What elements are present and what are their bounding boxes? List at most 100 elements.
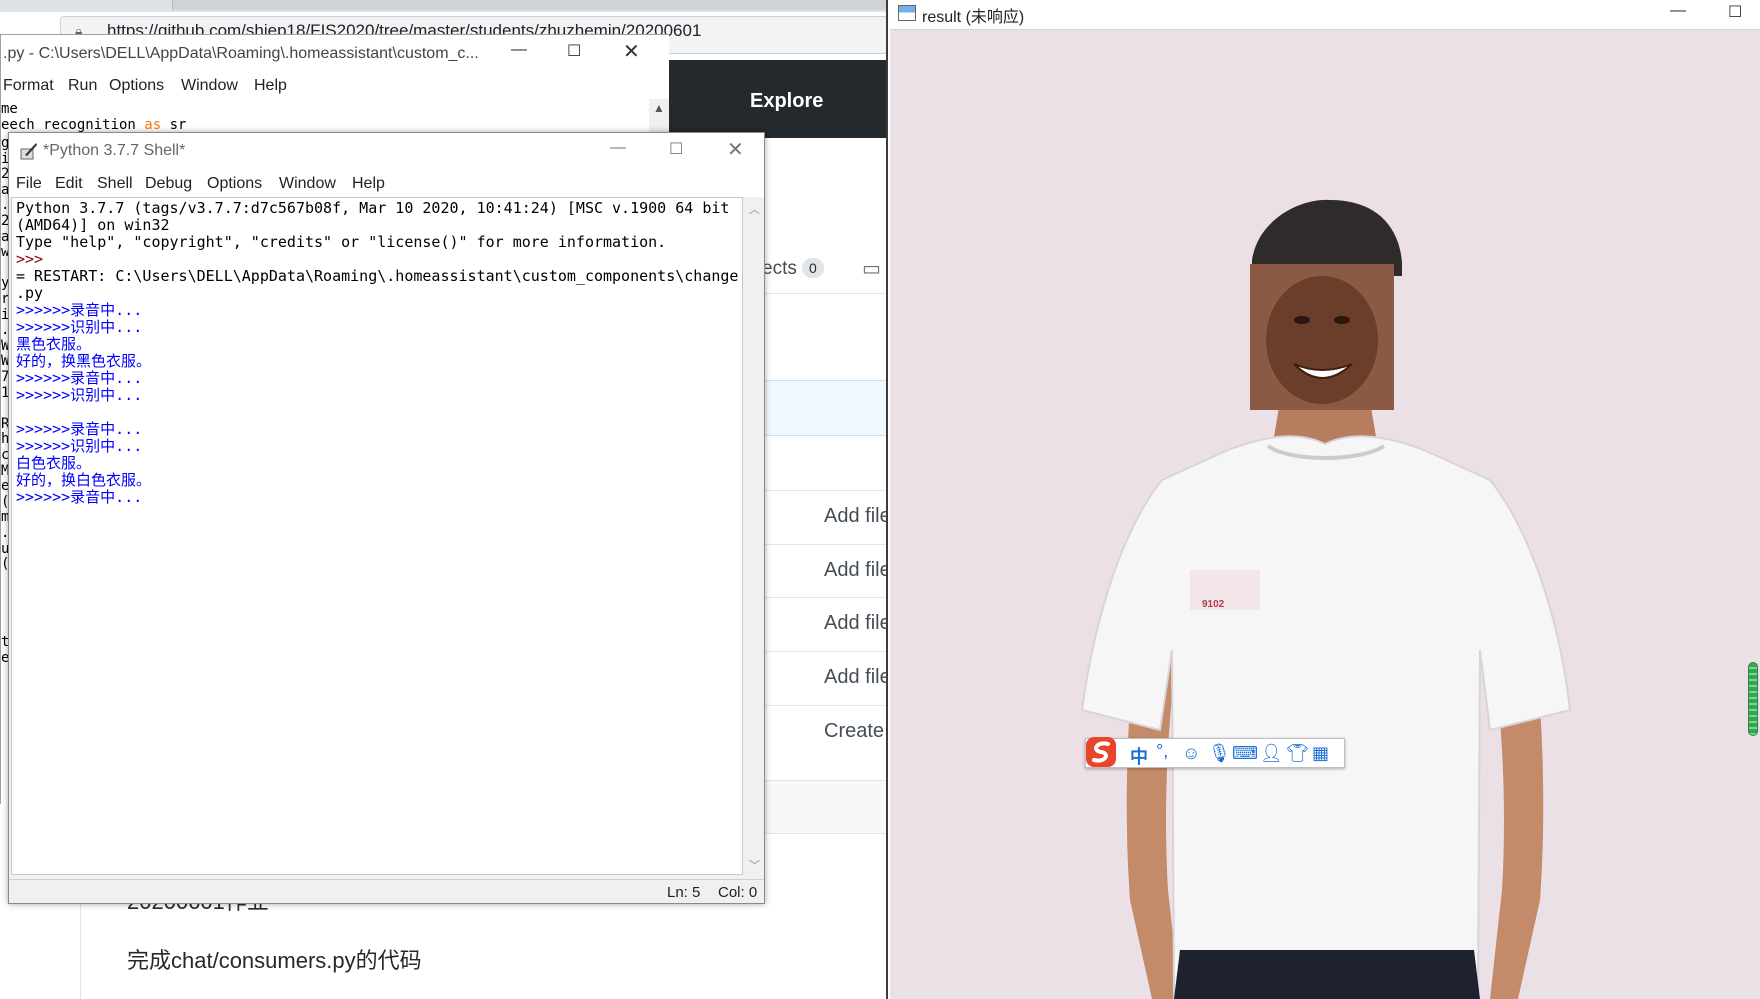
nav-explore-link[interactable]: Explore xyxy=(750,90,823,113)
add-file-label[interactable]: Add file xyxy=(824,559,886,582)
editor-title-bar[interactable]: .py - C:\Users\DELL\AppData\Roaming\.hom… xyxy=(1,35,669,73)
code-text: sr xyxy=(161,117,187,133)
smiley-icon[interactable]: ☺ xyxy=(1182,743,1200,764)
face xyxy=(1266,276,1378,404)
shell-output-line: >>>>>>识别中... xyxy=(16,386,143,404)
maximize-icon[interactable]: ☐ xyxy=(669,139,683,159)
code-line: me xyxy=(1,101,18,117)
shell-output-line: >>>>>>录音中... xyxy=(16,488,143,506)
file-row[interactable]: Add file xyxy=(762,651,886,705)
file-row[interactable]: Add file xyxy=(762,597,886,651)
file-row[interactable]: Add file xyxy=(762,544,886,598)
right-eye xyxy=(1334,316,1350,324)
result-title: result (未响应) xyxy=(922,9,1025,26)
close-icon[interactable]: ✕ xyxy=(727,137,744,162)
browser-tab-strip[interactable] xyxy=(0,0,886,12)
shell-output-line: = RESTART: C:\Users\DELL\AppData\Roaming… xyxy=(16,267,739,285)
add-file-label[interactable]: Add file xyxy=(824,666,886,689)
menu-help[interactable]: Help xyxy=(254,77,287,95)
tab-projects[interactable]: ects xyxy=(762,258,797,280)
shell-output-line: 好的，换白色衣服。 xyxy=(16,471,152,489)
shell-output-line: >>>>>>录音中... xyxy=(16,369,143,387)
microphone-icon[interactable]: 🎙︎ xyxy=(1208,743,1231,764)
menu-file[interactable]: File xyxy=(16,175,42,193)
keyboard-icon[interactable]: ⌨ xyxy=(1232,743,1258,764)
close-icon[interactable]: ✕ xyxy=(623,39,640,64)
menu-help[interactable]: Help xyxy=(352,175,385,193)
file-row[interactable]: Create xyxy=(762,705,886,759)
menu-window[interactable]: Window xyxy=(279,175,336,193)
scroll-down-icon[interactable]: ﹀ xyxy=(749,857,760,873)
shirt-print-text: 9102 xyxy=(1202,599,1225,610)
shell-output-line: 白色衣服。 xyxy=(16,454,92,472)
scroll-handle[interactable] xyxy=(1748,662,1758,736)
dark-shorts xyxy=(1174,950,1480,999)
code-line: eech_recognition as sr xyxy=(1,117,186,133)
user-icon[interactable]: 👤︎ xyxy=(1260,743,1283,764)
ime-toolbar[interactable]: 中 °, ☺ 🎙︎ ⌨ 👤︎ 👕︎ ▦ xyxy=(1084,735,1345,769)
shell-scrollbar[interactable]: ︿ ﹀ xyxy=(745,197,764,875)
shell-output-line: >>>>>>录音中... xyxy=(16,420,143,438)
shell-output-line: Type "help", "copyright", "credits" or "… xyxy=(16,233,667,251)
scroll-up-icon[interactable]: ▲ xyxy=(653,101,665,115)
result-window: result (未响应) — ☐ 9102 xyxy=(890,0,1760,999)
shell-output-line: >>>>>>识别中... xyxy=(16,318,143,336)
app-icon xyxy=(898,5,916,21)
maximize-icon[interactable]: ☐ xyxy=(567,41,581,61)
grid-icon[interactable]: ▦ xyxy=(1312,743,1329,764)
shell-output-line: >>>>>>录音中... xyxy=(16,301,143,319)
try-on-result-image: 9102 xyxy=(1080,199,1572,999)
add-file-label[interactable]: Add file xyxy=(824,505,886,528)
menu-options[interactable]: Options xyxy=(207,175,262,193)
status-line: Ln: 5 xyxy=(667,884,701,901)
shell-output-area[interactable]: Python 3.7.7 (tags/v3.7.7:d7c567b08f, Ma… xyxy=(11,197,743,875)
file-list-footer xyxy=(762,780,886,834)
shell-output-line: .py xyxy=(16,284,44,302)
shirt-print xyxy=(1190,570,1260,610)
shell-title: *Python 3.7.7 Shell* xyxy=(43,142,186,159)
shell-output-line: 黑色衣服。 xyxy=(16,335,92,353)
shell-output-line: Python 3.7.7 (tags/v3.7.7:d7c567b08f, Ma… xyxy=(16,199,730,217)
repo-tabs: ects 0 ▭ xyxy=(760,250,886,294)
menu-format[interactable]: Format xyxy=(3,77,54,95)
shell-output-line: >>>>>>识别中... xyxy=(16,437,143,455)
code-text: eech_recognition xyxy=(1,117,136,133)
left-eye xyxy=(1294,316,1310,324)
browser-tab[interactable] xyxy=(172,0,886,10)
sogou-logo-icon[interactable] xyxy=(1084,735,1118,769)
menu-debug[interactable]: Debug xyxy=(145,175,192,193)
tab-projects-count: 0 xyxy=(802,258,824,278)
punctuation-toggle[interactable]: °, xyxy=(1156,741,1168,762)
maximize-icon[interactable]: ☐ xyxy=(1728,2,1742,22)
file-list-header xyxy=(762,380,886,436)
editor-menu-bar: Format Run Options Window Help xyxy=(1,73,669,99)
menu-run[interactable]: Run xyxy=(68,77,97,95)
scroll-up-icon[interactable]: ︿ xyxy=(749,201,760,217)
editor-title: .py - C:\Users\DELL\AppData\Roaming\.hom… xyxy=(3,45,479,62)
shell-output-line: (AMD64)] on win32 xyxy=(16,216,170,234)
idle-feather-icon xyxy=(20,143,37,160)
python-shell-window: *Python 3.7.7 Shell* — ☐ ✕ File Edit She… xyxy=(8,132,765,904)
shirt-icon[interactable]: 👕︎ xyxy=(1286,743,1309,764)
add-file-label[interactable]: Add file xyxy=(824,612,886,635)
minimize-icon[interactable]: — xyxy=(511,41,527,59)
shell-status-bar: Ln: 5 Col: 0 xyxy=(9,879,764,903)
result-title-bar[interactable]: result (未响应) — ☐ xyxy=(890,0,1760,30)
file-row[interactable]: Add file xyxy=(762,490,886,544)
menu-edit[interactable]: Edit xyxy=(55,175,83,193)
book-icon[interactable]: ▭ xyxy=(862,256,881,281)
chinese-mode-toggle[interactable]: 中 xyxy=(1130,743,1148,769)
menu-window[interactable]: Window xyxy=(181,77,238,95)
keyword-as: as xyxy=(144,117,162,133)
create-file-label[interactable]: Create xyxy=(824,720,884,743)
minimize-icon[interactable]: — xyxy=(1670,2,1686,20)
readme-text: 完成chat/consumers.py的代码 xyxy=(127,948,422,973)
shell-menu-bar: File Edit Shell Debug Options Window Hel… xyxy=(9,169,764,197)
shell-output-line: 好的，换黑色衣服。 xyxy=(16,352,152,370)
minimize-icon[interactable]: — xyxy=(610,139,626,157)
shell-title-bar[interactable]: *Python 3.7.7 Shell* — ☐ ✕ xyxy=(9,133,764,169)
shell-output-line: >>> xyxy=(16,250,53,268)
menu-shell[interactable]: Shell xyxy=(97,175,133,193)
menu-options[interactable]: Options xyxy=(109,77,164,95)
status-column: Col: 0 xyxy=(718,884,758,901)
